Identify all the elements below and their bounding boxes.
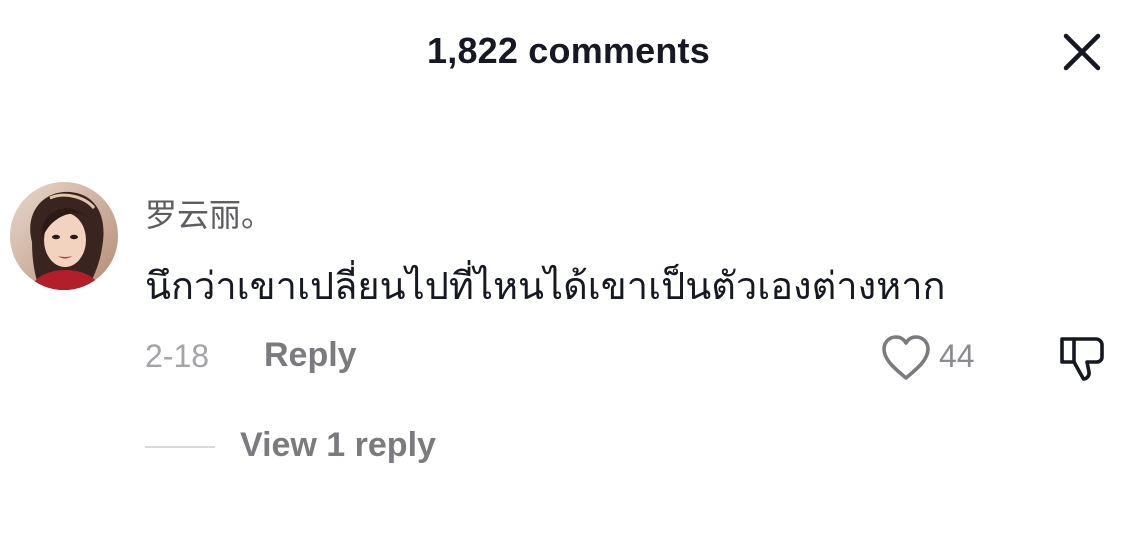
comment-date: 2-18 <box>145 338 210 374</box>
like-count: 44 <box>939 338 975 374</box>
dislike-button[interactable] <box>1056 333 1108 385</box>
avatar[interactable] <box>10 182 118 290</box>
comment-item: 罗云丽。 นึกว่าเขาเปลี่ยนไปที่ไหนได้เขาเป็นต… <box>0 0 1137 533</box>
heart-outline-icon <box>878 335 934 388</box>
view-replies-button[interactable]: View 1 reply <box>240 426 436 465</box>
reply-button[interactable]: Reply <box>264 336 357 375</box>
comment-text: นึกว่าเขาเปลี่ยนไปที่ไหนได้เขาเป็นตัวเอง… <box>145 264 946 308</box>
thumbs-down-icon <box>1056 337 1108 389</box>
comment-username[interactable]: 罗云丽。 <box>145 190 273 236</box>
replies-divider <box>145 446 215 448</box>
like-button[interactable] <box>878 332 934 384</box>
